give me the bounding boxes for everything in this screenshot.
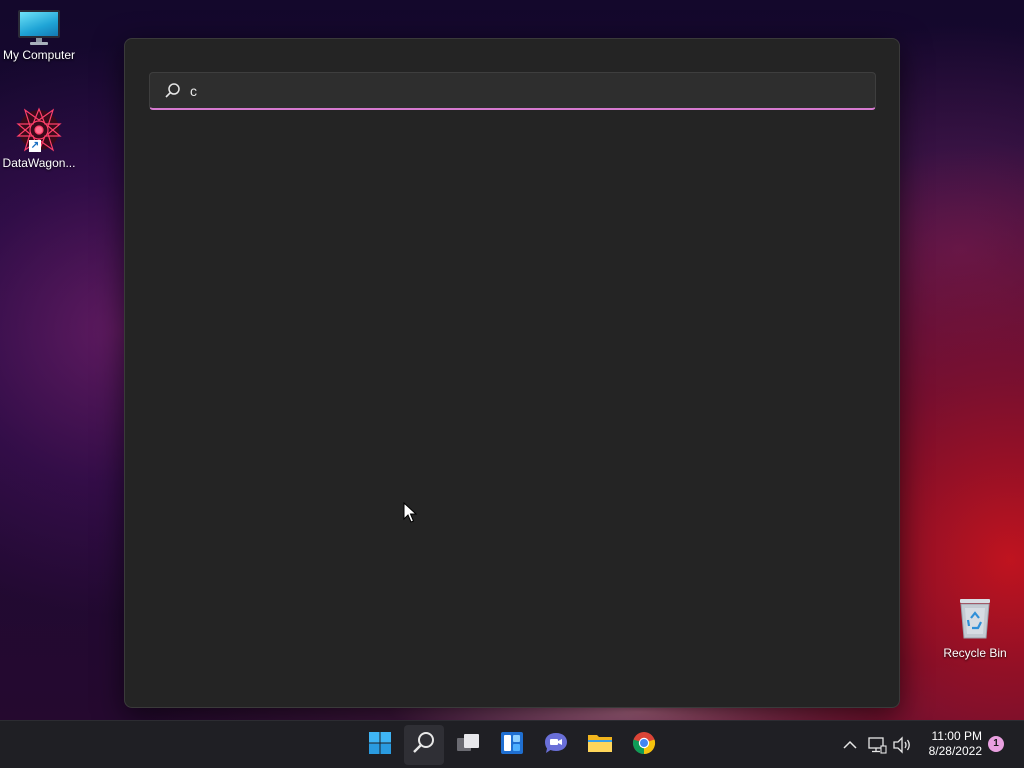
clock-time: 11:00 PM bbox=[931, 729, 982, 743]
file-explorer-button[interactable] bbox=[580, 725, 620, 765]
desktop-icon-recycle-bin[interactable]: Recycle Bin bbox=[936, 596, 1014, 660]
start-button[interactable] bbox=[360, 725, 400, 765]
datawagon-icon: ↗ bbox=[15, 106, 63, 154]
chrome-icon bbox=[632, 731, 656, 760]
show-hidden-icons-chevron-icon[interactable] bbox=[840, 735, 860, 755]
mouse-cursor-icon bbox=[403, 501, 418, 524]
search-input[interactable] bbox=[190, 75, 790, 106]
chat-button[interactable] bbox=[536, 725, 576, 765]
task-view-button[interactable] bbox=[448, 725, 488, 765]
chrome-button[interactable] bbox=[624, 725, 664, 765]
recycle-bin-icon bbox=[955, 596, 995, 640]
network-icon[interactable] bbox=[867, 735, 887, 755]
windows-start-icon bbox=[368, 731, 392, 760]
volume-icon[interactable] bbox=[892, 735, 912, 755]
search-icon bbox=[412, 731, 436, 760]
desktop-icon-my-computer[interactable]: My Computer bbox=[0, 8, 78, 62]
widgets-icon bbox=[500, 731, 524, 760]
taskbar-search-button[interactable] bbox=[404, 725, 444, 765]
monitor-icon bbox=[17, 8, 61, 46]
desktop-icon-label: Recycle Bin bbox=[943, 646, 1007, 660]
search-icon bbox=[164, 82, 182, 100]
file-explorer-icon bbox=[587, 731, 613, 760]
taskbar: 11:00 PM 8/28/2022 bbox=[0, 720, 1024, 768]
chat-icon bbox=[543, 731, 569, 760]
task-view-icon bbox=[455, 731, 481, 760]
clock-date: 8/28/2022 bbox=[928, 744, 982, 758]
search-flyout bbox=[124, 38, 900, 708]
desktop-icon-datawagon[interactable]: ↗ DataWagon... bbox=[0, 106, 78, 170]
shortcut-arrow-icon: ↗ bbox=[29, 140, 41, 152]
desktop-icon-label: DataWagon... bbox=[2, 156, 76, 170]
search-box[interactable] bbox=[149, 72, 876, 110]
clock[interactable]: 11:00 PM 8/28/2022 bbox=[918, 729, 982, 759]
notification-badge[interactable]: 1 bbox=[988, 736, 1004, 752]
widgets-button[interactable] bbox=[492, 725, 532, 765]
desktop-icon-label: My Computer bbox=[2, 48, 76, 62]
